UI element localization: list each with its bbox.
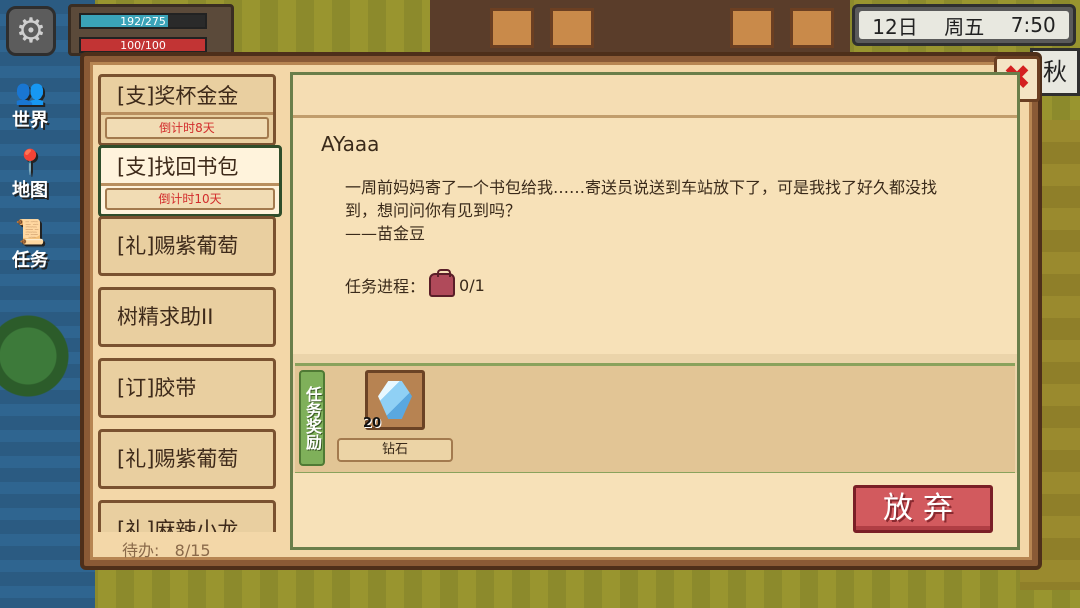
quest-item[interactable]: [礼]赐紫葡萄 [98, 216, 276, 276]
health-text: 100/100 [120, 39, 166, 52]
pine-tree [0, 300, 70, 440]
weekday-label: 周五 [944, 14, 985, 39]
quest-letter: AYaaa 一周前妈妈寄了一个书包给我……寄送员说送到车站放下了，可是我找了好久… [293, 118, 1017, 354]
quest-name: [礼]赐紫葡萄 [117, 234, 239, 258]
detail-header [293, 75, 1017, 118]
quest-name: [支]奖杯金金 [101, 77, 273, 115]
nav-world-label: 世界 [12, 110, 48, 131]
abandon-button[interactable]: 放弃 [853, 485, 993, 533]
schoolbag-icon [429, 269, 456, 297]
quest-countdown: 倒计时10天 [105, 188, 275, 210]
nav-quests-label: 任务 [12, 250, 48, 271]
progress-value: 0/1 [459, 275, 485, 295]
health-bar: 100/100 [79, 37, 207, 53]
reward-name: 钻石 [337, 438, 453, 462]
reward-tag: 任务奖励 [299, 370, 325, 466]
quest-sender: AYaaa [321, 132, 380, 156]
quest-name: [礼]麻辣小龙 [117, 518, 239, 532]
letter-text: 一周前妈妈寄了一个书包给我……寄送员说送到车站放下了，可是我找了好久都没找 到，… [345, 176, 965, 245]
date-time-display: 12日 周五 7:50 [852, 4, 1076, 46]
progress-label: 任务进程： [345, 277, 426, 296]
nav-quests[interactable]: 📜 任务 [0, 218, 60, 288]
quest-item[interactable]: [礼]麻辣小龙 [98, 500, 276, 532]
map-pin-icon: 📍 [15, 148, 45, 176]
todo-counter: 待办: 8/15 [96, 536, 282, 566]
letter-line: 到，想问问你有见到吗？ [345, 201, 522, 220]
quest-detail: AYaaa 一周前妈妈寄了一个书包给我……寄送员说送到车站放下了，可是我找了好久… [290, 72, 1020, 550]
quest-scroll-icon: 📜 [15, 218, 45, 246]
diamond-icon [378, 381, 412, 419]
quest-item-selected[interactable]: [支]找回书包 倒计时10天 [98, 145, 282, 217]
time-label: 7:50 [1010, 13, 1056, 37]
quest-item[interactable]: [订]胶带 [98, 358, 276, 418]
todo-value: 8/15 [174, 541, 211, 560]
quest-progress: 任务进程： 0/1 [345, 269, 485, 297]
day-label: 12日 [872, 14, 918, 39]
quest-name: [支]找回书包 [101, 148, 279, 186]
settings-button[interactable]: ⚙ [6, 6, 56, 56]
nav-map-label: 地图 [12, 180, 48, 201]
people-icon: 👥 [15, 78, 45, 106]
quest-item[interactable]: 树精求助II [98, 287, 276, 347]
letter-line: ——苗金豆 [345, 224, 426, 243]
quest-countdown: 倒计时8天 [105, 117, 269, 139]
nav-map[interactable]: 📍 地图 [0, 148, 60, 218]
reward-quantity: 20 [363, 416, 382, 431]
side-nav: 👥 世界 📍 地图 📜 任务 [0, 78, 60, 288]
nav-world[interactable]: 👥 世界 [0, 78, 60, 148]
quest-name: 树精求助II [117, 305, 214, 329]
letter-line: 一周前妈妈寄了一个书包给我……寄送员说送到车站放下了，可是我找了好久都没找 [345, 178, 938, 197]
energy-bar: 192/275 [79, 13, 207, 29]
reward-section: 任务奖励 20 钻石 [295, 363, 1015, 475]
quest-name: [订]胶带 [117, 376, 197, 400]
detail-footer: 放弃 [293, 473, 1017, 547]
gear-icon: ⚙ [15, 11, 47, 51]
house-facade [430, 0, 850, 59]
quest-item[interactable]: [支]奖杯金金 倒计时8天 [98, 74, 276, 146]
status-bars: 192/275 100/100 [68, 4, 234, 56]
energy-text: 192/275 [120, 15, 166, 28]
quest-item[interactable]: [礼]赐紫葡萄 [98, 429, 276, 489]
quest-list[interactable]: [支]奖杯金金 倒计时8天 [支]找回书包 倒计时10天 [礼]赐紫葡萄 树精求… [96, 72, 282, 532]
reward-item[interactable]: 20 钻石 [335, 370, 455, 464]
todo-label: 待办: [122, 541, 160, 560]
quest-name: [礼]赐紫葡萄 [117, 447, 239, 471]
